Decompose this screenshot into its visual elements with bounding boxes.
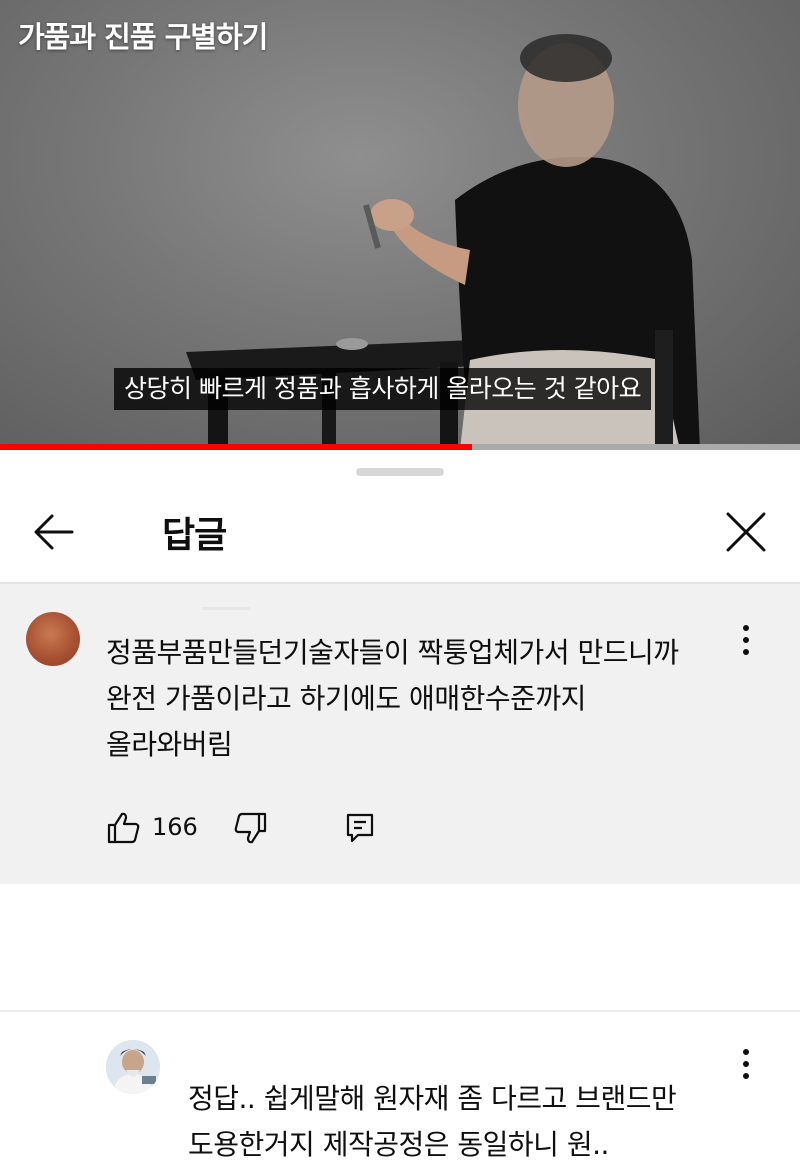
dislike-button[interactable] <box>232 810 268 846</box>
avatar[interactable] <box>106 1040 160 1094</box>
video-title: 가품과 진품 구별하기 <box>18 20 268 54</box>
author-name-placeholder <box>202 607 250 610</box>
like-count: 166 <box>152 813 198 841</box>
like-button[interactable] <box>106 810 142 846</box>
sheet-title: 답글 <box>162 515 227 556</box>
reply-text: 정답.. 쉽게말해 원자재 좀 다르고 브랜드만 도용한거지 제작공정은 동일하… <box>188 1082 677 1160</box>
reply-icon <box>346 813 374 843</box>
reply-button[interactable] <box>344 812 376 844</box>
comment-text: 정품부품만들던기술자들이 짝퉁업체가서 만드니까 완전 가품이라고 하기에도 애… <box>106 636 679 761</box>
thumb-up-icon <box>107 812 140 844</box>
more-options-button[interactable] <box>726 1042 766 1086</box>
reply-divider <box>0 1010 800 1012</box>
back-button[interactable] <box>28 504 84 560</box>
thumb-down-icon <box>234 812 267 844</box>
avatar-image <box>106 1040 160 1094</box>
more-vert-icon <box>743 625 749 655</box>
arrow-left-icon <box>34 514 74 550</box>
video-player[interactable]: 가품과 진품 구별하기 상당히 빠르게 정품과 흡사하게 올라오는 것 같아요 <box>0 0 800 450</box>
progress-bar[interactable] <box>0 444 800 450</box>
close-icon <box>726 512 766 552</box>
close-button[interactable] <box>718 504 774 560</box>
drag-handle[interactable] <box>356 468 444 476</box>
progress-fill <box>0 444 472 450</box>
more-vert-icon <box>743 1049 749 1079</box>
video-subtitle: 상당히 빠르게 정품과 흡사하게 올라오는 것 같아요 <box>114 368 652 410</box>
replies-sheet: 답글 정품부품만들던기술자들이 짝퉁업체가서 만드니까 완전 가품이라고 하기에… <box>0 452 800 1160</box>
more-options-button[interactable] <box>726 618 766 662</box>
parent-comment: 정품부품만들던기술자들이 짝퉁업체가서 만드니까 완전 가품이라고 하기에도 애… <box>0 584 800 884</box>
avatar[interactable] <box>26 612 80 666</box>
